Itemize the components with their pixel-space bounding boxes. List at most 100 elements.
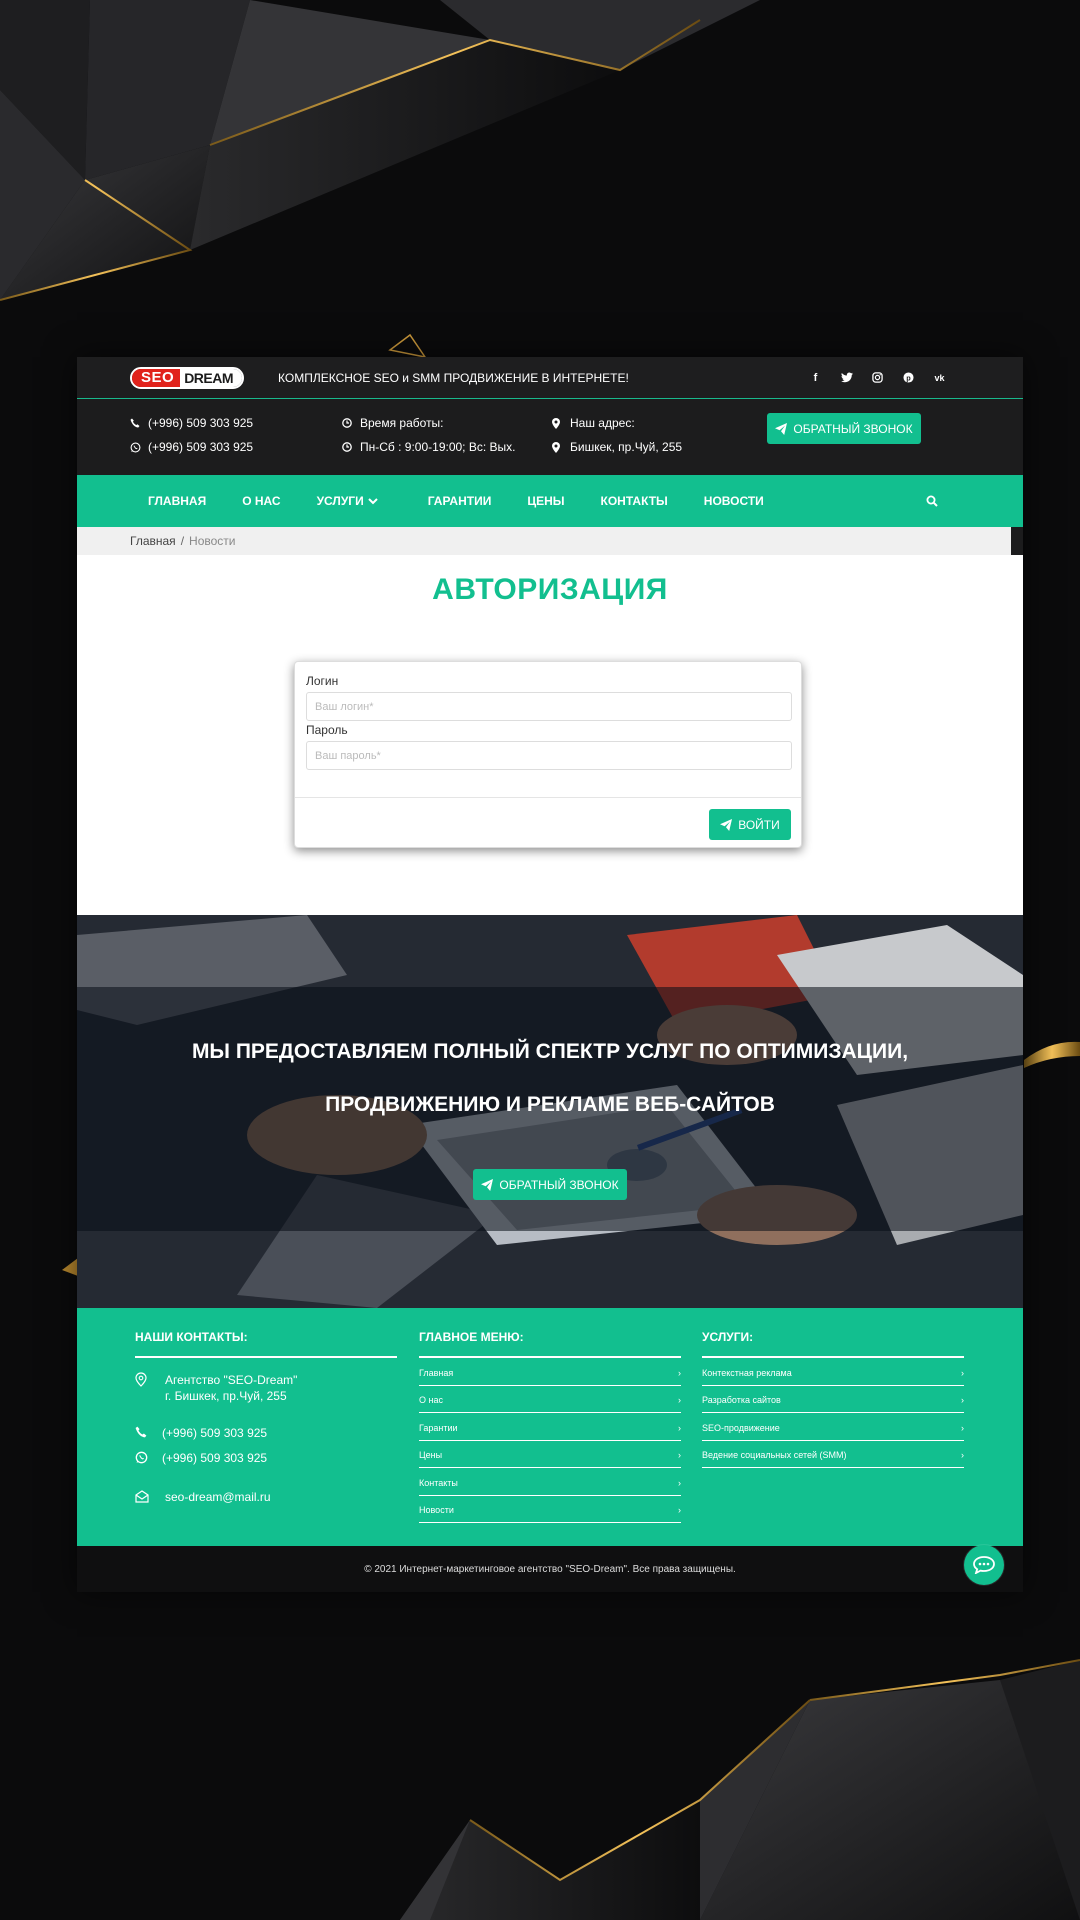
phone-number[interactable]: (+996) 509 303 925 — [148, 416, 253, 430]
login-label: Логин — [306, 674, 339, 688]
address-label: Наш адрес: — [570, 416, 635, 430]
login-submit-button[interactable]: ВОЙТИ — [709, 809, 791, 840]
footer-whatsapp: (+996) 509 303 925 — [135, 1451, 267, 1465]
footer-menu-item[interactable]: О нас › — [419, 1386, 681, 1413]
tagline: КОМПЛЕКСНОЕ SEO и SMM ПРОДВИЖЕНИЕ В ИНТЕ… — [278, 370, 629, 385]
promo-banner: МЫ ПРЕДОСТАВЛЯЕМ ПОЛНЫЙ СПЕКТР УСЛУГ ПО … — [77, 915, 1023, 1308]
hours-label: Время работы: — [360, 416, 444, 430]
address-block: Наш адрес: Бишкек, пр.Чуй, 255 — [552, 415, 682, 463]
chevron-down-icon — [368, 497, 378, 504]
footer-whatsapp-number[interactable]: (+996) 509 303 925 — [162, 1451, 267, 1465]
chat-bubble-icon — [973, 1556, 995, 1574]
whatsapp-icon — [130, 442, 144, 453]
hours-value: Пн-Сб : 9:00-19:00; Вс: Вых. — [360, 440, 516, 454]
nav-item-news[interactable]: НОВОСТИ — [704, 494, 764, 508]
footer-service-item-label: Разработка сайтов — [702, 1395, 781, 1406]
facebook-icon[interactable]: f — [809, 371, 822, 384]
social-links: f p vk — [809, 371, 946, 384]
nav-item-prices[interactable]: ЦЕНЫ — [527, 494, 564, 508]
footer-phone-number[interactable]: (+996) 509 303 925 — [162, 1426, 267, 1440]
footer-address: Агентство "SEO-Dream" г. Бишкек, пр.Чуй,… — [135, 1372, 297, 1404]
logo-seo: SEO — [132, 368, 181, 387]
login-section: АВТОРИЗАЦИЯ Логин Пароль ВОЙТИ — [77, 555, 1023, 915]
phones-block: (+996) 509 303 925 (+996) 509 303 925 — [130, 415, 253, 463]
callback-button-label: ОБРАТНЫЙ ЗВОНОК — [793, 421, 913, 436]
promo-callback-button[interactable]: ОБРАТНЫЙ ЗВОНОК — [473, 1169, 627, 1200]
svg-text:p: p — [906, 373, 911, 382]
chevron-right-icon: › — [678, 1422, 681, 1433]
footer-services-title: УСЛУГИ: — [702, 1330, 964, 1358]
chevron-right-icon: › — [678, 1505, 681, 1516]
pinterest-icon[interactable]: p — [902, 371, 915, 384]
map-marker-icon — [135, 1372, 165, 1387]
footer-menu-item-label: Гарантии — [419, 1422, 458, 1433]
chevron-right-icon: › — [961, 1367, 964, 1378]
breadcrumb-current: Новости — [189, 534, 236, 548]
vk-icon[interactable]: vk — [933, 371, 946, 384]
footer-menu-title: ГЛАВНОЕ МЕНЮ: — [419, 1330, 681, 1358]
chevron-right-icon: › — [961, 1450, 964, 1461]
form-divider — [295, 797, 801, 798]
footer-menu-item[interactable]: Контакты › — [419, 1468, 681, 1496]
nav-item-contacts[interactable]: КОНТАКТЫ — [601, 494, 668, 508]
footer-service-item[interactable]: Ведение социальных сетей (SMM) › — [702, 1441, 964, 1468]
footer-service-item[interactable]: Разработка сайтов › — [702, 1386, 964, 1413]
footer-service-item-label: Контекстная реклама — [702, 1367, 792, 1378]
login-input[interactable] — [306, 692, 792, 721]
footer: НАШИ КОНТАКТЫ: Агентство "SEO-Dream" г. … — [77, 1308, 1023, 1546]
whatsapp-number[interactable]: (+996) 509 303 925 — [148, 440, 253, 454]
breadcrumb: Главная / Новости — [77, 527, 1011, 555]
footer-company: Агентство "SEO-Dream" — [165, 1373, 298, 1387]
envelope-icon — [135, 1490, 165, 1503]
footer-service-item[interactable]: Контекстная реклама › — [702, 1358, 964, 1386]
nav-item-services[interactable]: УСЛУГИ — [317, 494, 378, 508]
chevron-right-icon: › — [961, 1395, 964, 1406]
main-navigation: ГЛАВНАЯ О НАС УСЛУГИ ГАРАНТИИ ЦЕНЫ КОНТА… — [77, 475, 1023, 527]
nav-item-about[interactable]: О НАС — [242, 494, 280, 508]
footer-menu-item-label: Новости — [419, 1505, 454, 1516]
footer-address-text: г. Бишкек, пр.Чуй, 255 — [165, 1389, 287, 1403]
password-label: Пароль — [306, 723, 348, 737]
hours-block: Время работы: Пн-Сб : 9:00-19:00; Вс: Вы… — [342, 415, 515, 463]
contact-info-bar: (+996) 509 303 925 (+996) 509 303 925 Вр… — [77, 399, 1023, 475]
paper-plane-icon — [720, 818, 733, 831]
nav-item-guarantees[interactable]: ГАРАНТИИ — [428, 494, 492, 508]
nav-item-services-label: УСЛУГИ — [316, 494, 364, 508]
login-submit-label: ВОЙТИ — [738, 817, 780, 832]
promo-callback-label: ОБРАТНЫЙ ЗВОНОК — [499, 1177, 619, 1192]
twitter-icon[interactable] — [840, 371, 853, 384]
password-input[interactable] — [306, 741, 792, 770]
map-marker-icon — [552, 441, 566, 453]
callback-button[interactable]: ОБРАТНЫЙ ЗВОНОК — [767, 413, 921, 444]
footer-menu-item-label: Цены — [419, 1450, 443, 1461]
footer-email-text[interactable]: seo-dream@mail.ru — [165, 1490, 271, 1504]
copyright-text: © 2021 Интернет-маркетинговое агентство … — [364, 1563, 736, 1575]
search-icon[interactable] — [926, 494, 938, 512]
logo-dream: DREAM — [180, 368, 243, 387]
promo-line-1: МЫ ПРЕДОСТАВЛЯЕМ ПОЛНЫЙ СПЕКТР УСЛУГ ПО … — [191, 1040, 909, 1063]
footer-service-item-label: Ведение социальных сетей (SMM) — [702, 1450, 847, 1461]
chat-button[interactable] — [964, 1545, 1004, 1585]
footer-service-item-label: SEO-продвижение — [702, 1422, 780, 1433]
breadcrumb-home[interactable]: Главная — [130, 534, 176, 548]
logo[interactable]: SEO DREAM — [130, 366, 245, 389]
promo-line-2: ПРОДВИЖЕНИЮ И РЕКЛАМЕ ВЕБ-САЙТОВ — [325, 1093, 775, 1116]
footer-service-item[interactable]: SEO-продвижение › — [702, 1413, 964, 1441]
footer-menu-item[interactable]: Новости › — [419, 1496, 681, 1523]
footer-menu-item[interactable]: Цены › — [419, 1441, 681, 1468]
phone-icon — [135, 1426, 162, 1438]
paper-plane-icon — [481, 1178, 494, 1191]
whatsapp-icon — [135, 1451, 162, 1464]
footer-menu-item[interactable]: Главная › — [419, 1358, 681, 1386]
instagram-icon[interactable] — [871, 371, 884, 384]
nav-item-home[interactable]: ГЛАВНАЯ — [148, 494, 206, 508]
footer-main-menu: ГЛАВНОЕ МЕНЮ: Главная › О нас › Гарантии › … — [419, 1330, 681, 1523]
copyright-bar: © 2021 Интернет-маркетинговое агентство … — [77, 1545, 1023, 1592]
footer-contacts-title: НАШИ КОНТАКТЫ: — [135, 1330, 397, 1358]
login-form: Логин Пароль ВОЙТИ — [294, 661, 802, 848]
footer-phone: (+996) 509 303 925 — [135, 1426, 267, 1440]
clock-icon — [342, 418, 356, 428]
footer-menu-item[interactable]: Гарантии › — [419, 1413, 681, 1441]
footer-services: УСЛУГИ: Контекстная реклама › Разработка … — [702, 1330, 964, 1468]
footer-menu-item-label: Контакты — [419, 1477, 458, 1488]
